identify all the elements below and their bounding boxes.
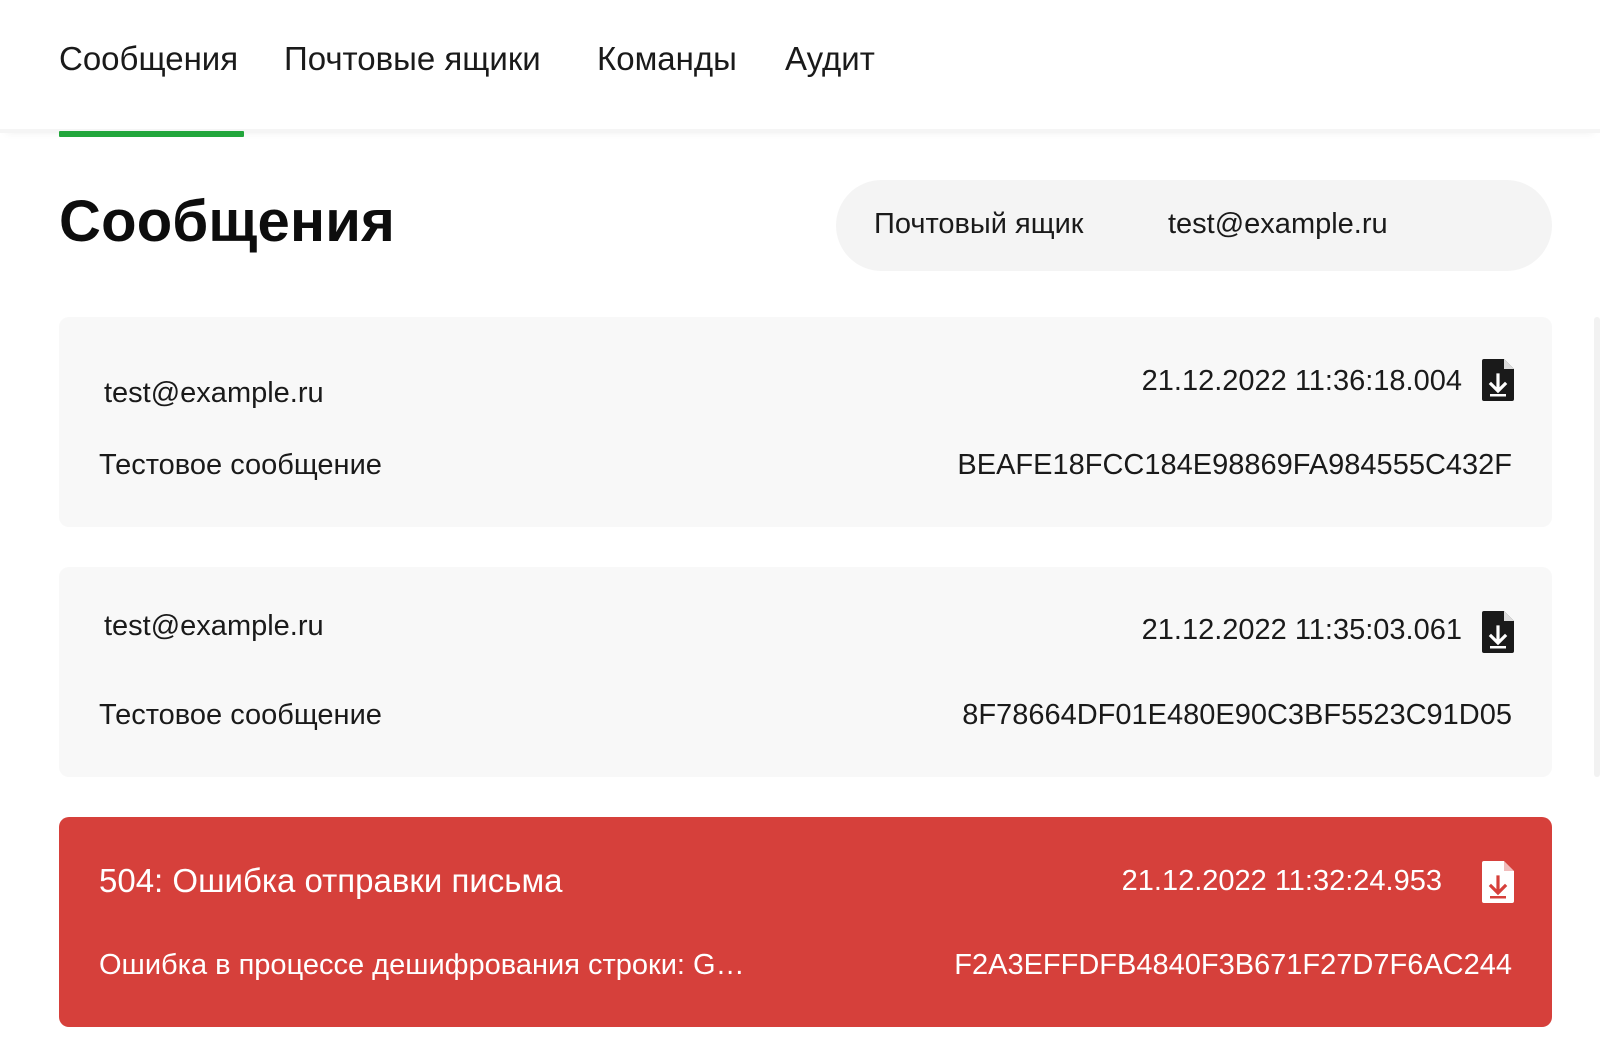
mailbox-filter[interactable]: Почтовый ящик test@example.ru (836, 180, 1552, 271)
scrollbar[interactable] (1594, 317, 1600, 777)
message-subject: Тестовое сообщение (99, 449, 382, 481)
message-timestamp: 21.12.2022 11:35:03.061 (1141, 614, 1462, 646)
top-navigation: Сообщения Почтовые ящики Команды Аудит (0, 0, 1600, 137)
message-sender: test@example.ru (104, 377, 324, 409)
mailbox-filter-value[interactable]: test@example.ru (1168, 208, 1388, 241)
tab-mailboxes[interactable]: Почтовые ящики (284, 40, 541, 137)
message-card[interactable]: test@example.ru 21.12.2022 11:35:03.061 … (59, 567, 1552, 777)
message-sender: test@example.ru (104, 610, 324, 642)
tab-messages[interactable]: Сообщения (59, 40, 244, 137)
tab-mailboxes-label: Почтовые ящики (284, 40, 541, 77)
message-id: F2A3EFFDFB4840F3B671F27D7F6AC244 (954, 949, 1512, 981)
message-id: BEAFE18FCC184E98869FA984555C432F (957, 449, 1512, 481)
message-timestamp: 21.12.2022 11:36:18.004 (1141, 365, 1462, 397)
tab-commands[interactable]: Команды (597, 40, 737, 137)
file-download-icon[interactable] (1482, 611, 1514, 653)
message-card-error[interactable]: 504: Ошибка отправки письма 21.12.2022 1… (59, 817, 1552, 1027)
error-description: Ошибка в процессе дешифрования строки: G… (99, 949, 745, 981)
message-subject: Тестовое сообщение (99, 699, 382, 731)
message-timestamp: 21.12.2022 11:32:24.953 (1121, 865, 1442, 897)
file-download-icon[interactable] (1482, 861, 1514, 903)
error-title: 504: Ошибка отправки письма (99, 862, 563, 899)
tab-audit[interactable]: Аудит (785, 40, 875, 137)
tab-messages-label: Сообщения (59, 40, 239, 77)
file-download-icon[interactable] (1482, 359, 1514, 401)
tab-commands-label: Команды (597, 40, 737, 77)
mailbox-filter-label: Почтовый ящик (874, 208, 1084, 240)
message-id: 8F78664DF01E480E90C3BF5523C91D05 (962, 699, 1512, 731)
page-title: Сообщения (59, 189, 396, 254)
message-card[interactable]: test@example.ru 21.12.2022 11:36:18.004 … (59, 317, 1552, 527)
active-tab-indicator (59, 131, 244, 137)
tab-audit-label: Аудит (785, 40, 875, 77)
